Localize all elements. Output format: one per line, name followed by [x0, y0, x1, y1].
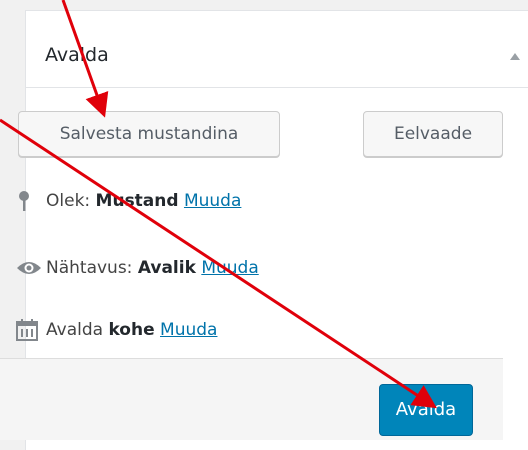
schedule-edit-link[interactable]: Muuda [160, 320, 217, 340]
schedule-label: Avalda [46, 320, 104, 340]
visibility-edit-link[interactable]: Muuda [201, 258, 258, 278]
pin-icon [16, 190, 46, 212]
preview-button[interactable]: Eelvaade [363, 111, 503, 157]
publish-button[interactable]: Avalda [379, 384, 473, 436]
status-row: Olek: Mustand Muuda [16, 187, 241, 215]
schedule-row: Avalda kohe Muuda [16, 316, 217, 344]
visibility-label: Nähtavus: [46, 258, 133, 278]
status-value: Mustand [95, 191, 179, 211]
status-label: Olek: [46, 191, 91, 211]
eye-icon [16, 260, 46, 276]
schedule-value: kohe [108, 320, 155, 340]
calendar-icon [16, 319, 46, 341]
visibility-row: Nähtavus: Avalik Muuda [16, 254, 259, 282]
publish-box-header: Avalda [25, 10, 528, 88]
triangle-up-icon[interactable] [510, 53, 520, 60]
box-title: Avalda [45, 44, 109, 66]
save-draft-button[interactable]: Salvesta mustandina [18, 111, 280, 157]
visibility-value: Avalik [137, 258, 196, 278]
status-edit-link[interactable]: Muuda [184, 191, 241, 211]
